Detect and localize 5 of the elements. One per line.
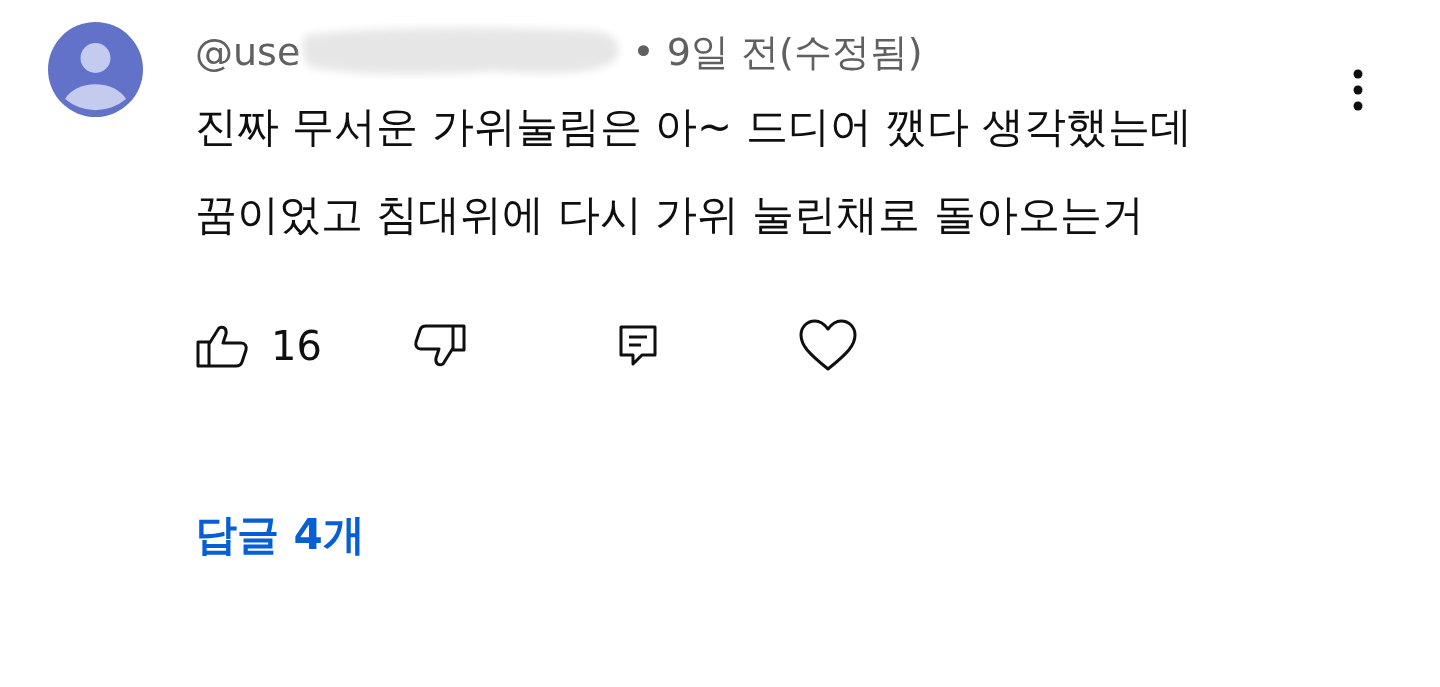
like-count: 16: [271, 322, 322, 371]
timestamp: • 9일 전(수정됨): [632, 29, 923, 76]
author-handle[interactable]: @use: [195, 12, 301, 92]
replies-link[interactable]: 답글 4개: [195, 503, 365, 566]
comment-text: 진짜 무서운 가위눌림은 아~ 드디어 깼다 생각했는데 꿈이었고 침대위에 다시 가위 눌린채로 돌아오는거: [195, 101, 1194, 241]
